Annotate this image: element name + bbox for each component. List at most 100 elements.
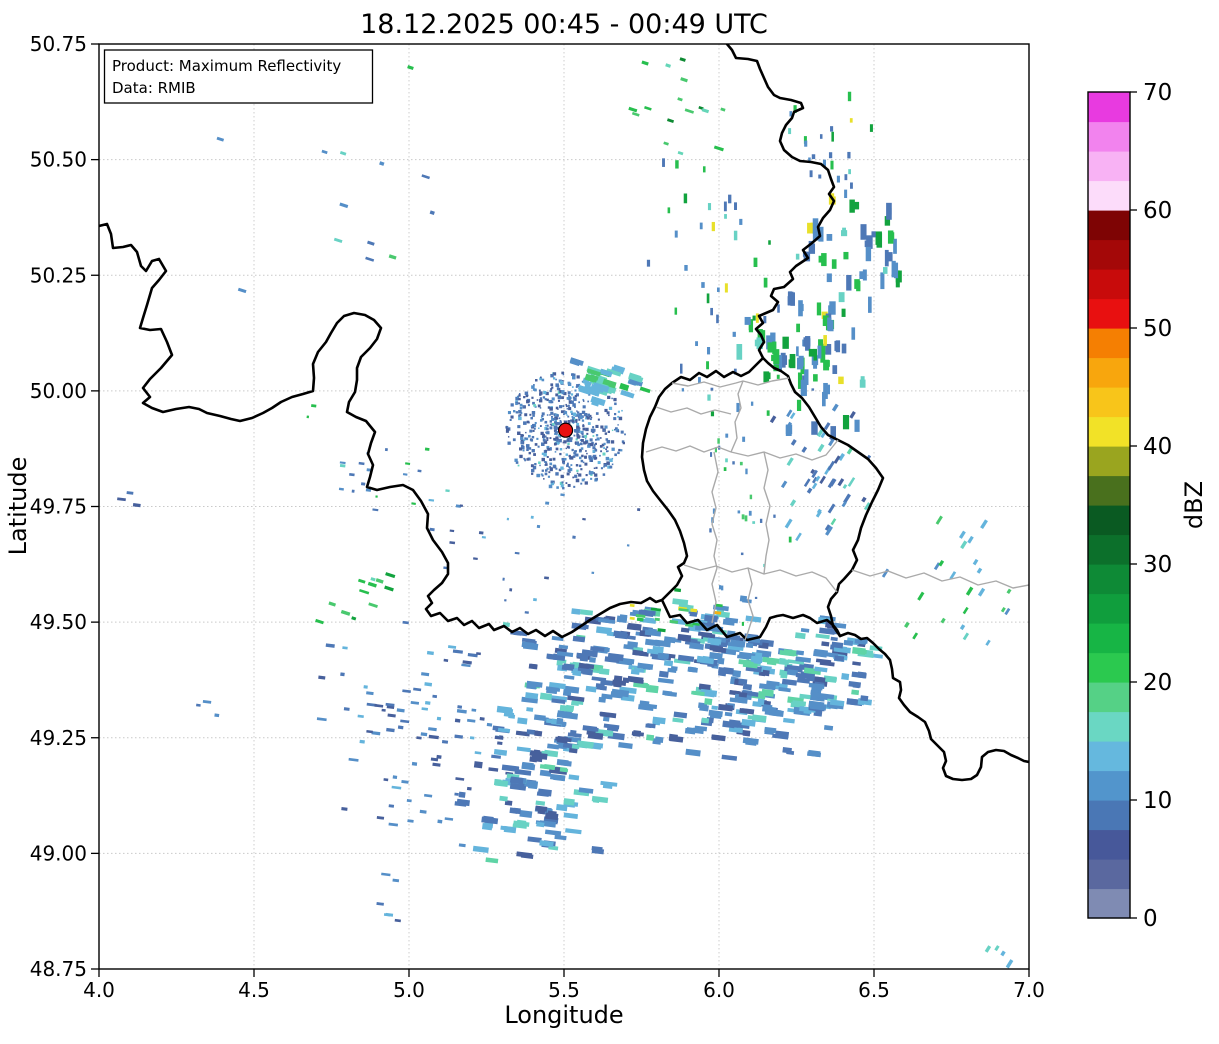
clutter-dot — [555, 436, 559, 440]
echo-pixel — [723, 467, 727, 471]
clutter-dot — [559, 421, 562, 424]
echo-pixel — [857, 671, 867, 679]
clutter-dot — [543, 478, 545, 480]
clutter-dot — [520, 440, 524, 445]
clutter-dot — [597, 461, 601, 465]
clutter-dot — [579, 412, 582, 416]
clutter-dot — [548, 484, 553, 489]
echo-pixel — [759, 518, 763, 523]
clutter-dot — [574, 389, 577, 392]
clutter-dot — [589, 415, 592, 417]
clutter-dot — [562, 461, 565, 465]
clutter-dot — [571, 386, 574, 388]
clutter-dot — [536, 473, 540, 478]
echo-pixel — [571, 743, 580, 750]
echo-pixel — [823, 335, 827, 346]
clutter-dot — [562, 373, 565, 376]
clutter-dot — [568, 395, 570, 397]
echo-pixel — [831, 131, 834, 142]
clutter-dot — [608, 414, 610, 417]
clutter-dot — [507, 411, 512, 415]
echo-pixel — [763, 704, 773, 711]
y-tick-label: 50.25 — [30, 263, 87, 287]
echo-pixel — [436, 754, 442, 759]
clutter-dot — [581, 435, 585, 438]
echo-pixel — [675, 160, 679, 169]
echo-pixel — [363, 685, 368, 689]
echo-pixel — [683, 193, 688, 204]
y-tick-label: 50.00 — [30, 379, 87, 403]
clutter-dot — [600, 425, 604, 429]
colorbar-segment — [1088, 564, 1130, 595]
clutter-dot — [595, 434, 599, 437]
echo-pixel — [388, 804, 395, 808]
echo-pixel — [658, 652, 668, 660]
colorbar-segment — [1088, 593, 1130, 624]
clutter-dot — [515, 411, 519, 414]
clutter-dot — [592, 435, 595, 437]
clutter-dot — [584, 455, 587, 459]
echo-pixel — [796, 650, 805, 656]
echo-pixel — [860, 695, 869, 702]
colorbar-tick-label: 60 — [1143, 198, 1172, 224]
y-tick-label: 50.75 — [30, 32, 87, 56]
echo-pixel — [754, 596, 758, 599]
clutter-dot — [550, 411, 554, 415]
clutter-dot — [575, 478, 580, 483]
clutter-dot — [611, 397, 613, 400]
echo-pixel — [744, 515, 748, 522]
clutter-dot — [551, 397, 555, 401]
clutter-dot — [580, 482, 583, 485]
clutter-dot — [560, 474, 564, 479]
echo-pixel — [486, 722, 493, 727]
clutter-dot — [546, 427, 549, 431]
clutter-dot — [609, 465, 613, 469]
clutter-dot — [582, 400, 585, 402]
echo-pixel — [829, 301, 836, 315]
echo-pixel — [844, 174, 848, 181]
clutter-dot — [566, 464, 569, 468]
clutter-dot — [576, 410, 578, 412]
clutter-dot — [560, 484, 564, 488]
echo-pixel — [654, 617, 660, 622]
clutter-dot — [573, 451, 576, 455]
echo-pixel — [710, 452, 713, 457]
colorbar-segment — [1088, 416, 1130, 447]
echo-pixel — [893, 238, 897, 254]
clutter-dot — [581, 410, 586, 415]
clutter-dot — [548, 400, 551, 403]
figure-background — [0, 0, 1219, 1040]
clutter-dot — [570, 464, 573, 467]
echo-pixel — [752, 521, 756, 524]
clutter-dot — [586, 417, 589, 420]
clutter-dot — [602, 473, 606, 476]
echo-pixel — [710, 387, 714, 391]
clutter-dot — [567, 391, 571, 395]
echo-pixel — [816, 302, 822, 316]
clutter-dot — [565, 453, 568, 456]
echo-pixel — [724, 214, 727, 219]
echo-pixel — [821, 253, 827, 267]
clutter-dot — [622, 441, 625, 445]
clutter-dot — [568, 466, 571, 469]
echo-pixel — [384, 448, 388, 452]
echo-pixel — [830, 160, 834, 170]
echo-pixel — [502, 577, 505, 581]
clutter-dot — [607, 395, 611, 400]
echo-pixel — [732, 669, 742, 678]
echo-pixel — [788, 359, 794, 368]
colorbar-segment — [1088, 121, 1130, 152]
clutter-dot — [525, 431, 527, 434]
echo-pixel — [478, 531, 484, 535]
clutter-dot — [532, 388, 536, 391]
clutter-dot — [613, 397, 617, 402]
clutter-dot — [582, 424, 585, 428]
clutter-dot — [607, 450, 609, 452]
clutter-dot — [525, 394, 529, 398]
echo-pixel — [709, 528, 712, 533]
clutter-dot — [549, 467, 553, 471]
clutter-dot — [560, 410, 564, 414]
colorbar-segment — [1088, 800, 1130, 831]
clutter-dot — [550, 383, 554, 387]
echo-pixel — [860, 376, 865, 388]
